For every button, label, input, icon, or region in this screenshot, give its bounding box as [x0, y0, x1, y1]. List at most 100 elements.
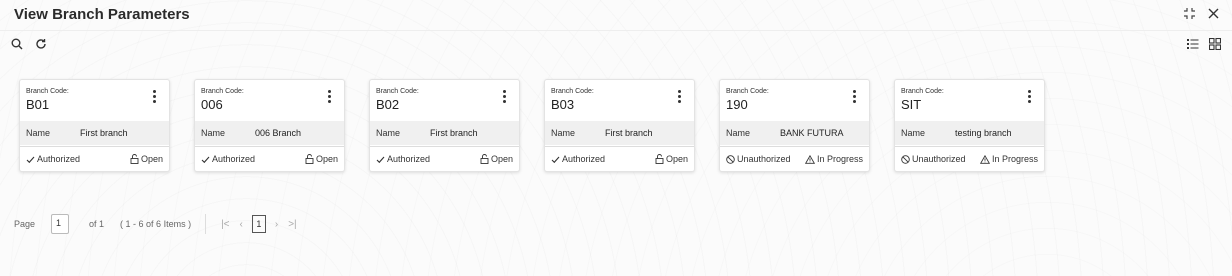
view-toggle: [1186, 37, 1222, 51]
branch-code-value: B03: [551, 97, 575, 112]
items-count: ( 1 - 6 of 6 Items ): [120, 219, 192, 229]
next-page-icon[interactable]: ›: [275, 219, 278, 230]
branch-name: BANK FUTURA: [780, 128, 844, 138]
refresh-icon[interactable]: [34, 37, 48, 51]
branch-code-value: SIT: [901, 97, 922, 112]
branch-code-label: Branch Code:: [201, 88, 244, 95]
auth-status: Authorized: [26, 154, 80, 164]
first-page-icon[interactable]: |<: [221, 219, 229, 230]
check-icon: [551, 156, 560, 163]
lock-open-icon: [480, 154, 489, 164]
branch-cards: Branch Code: B01 Name First branch Autho…: [19, 79, 1045, 172]
record-status-label: Open: [140, 154, 163, 164]
check-icon: [376, 156, 385, 163]
current-page-button[interactable]: 1: [251, 215, 266, 233]
name-label: Name: [26, 128, 51, 138]
branch-card[interactable]: Branch Code: B03 Name First branch Autho…: [544, 79, 695, 172]
header: View Branch Parameters: [0, 0, 1232, 31]
more-options-icon[interactable]: [853, 90, 857, 103]
record-status-label: In Progress: [816, 154, 863, 164]
record-status-label: Open: [665, 154, 688, 164]
branch-card[interactable]: Branch Code: 190 Name BANK FUTURA Unauth…: [719, 79, 870, 172]
branch-name: First branch: [605, 128, 653, 138]
more-options-icon[interactable]: [153, 90, 157, 103]
branch-name: testing branch: [955, 128, 1012, 138]
card-status-row: Authorized Open: [20, 146, 169, 171]
branch-code-label: Branch Code:: [551, 88, 594, 95]
more-options-icon[interactable]: [328, 90, 332, 103]
last-page-icon[interactable]: >|: [288, 219, 296, 230]
divider: [205, 214, 207, 234]
name-label: Name: [726, 128, 751, 138]
branch-name: First branch: [80, 128, 128, 138]
record-status-label: In Progress: [991, 154, 1038, 164]
ban-icon: [901, 154, 910, 164]
card-status-row: Authorized Open: [370, 146, 519, 171]
auth-status: Unauthorized: [726, 154, 791, 164]
page-label: Page: [14, 219, 36, 229]
page-total: of 1: [89, 219, 105, 229]
card-header: Branch Code: 006: [201, 88, 244, 112]
record-status: Open: [655, 154, 688, 164]
auth-status-label: Authorized: [212, 154, 256, 164]
name-label: Name: [551, 128, 576, 138]
list-view-icon[interactable]: [1186, 37, 1200, 51]
auth-status: Authorized: [551, 154, 605, 164]
branch-code-value: 006: [201, 97, 223, 112]
card-header: Branch Code: B02: [376, 88, 419, 112]
check-icon: [201, 156, 210, 163]
expand-icon[interactable]: [1182, 6, 1196, 20]
window-controls: [1182, 6, 1220, 20]
more-options-icon[interactable]: [678, 90, 682, 103]
close-icon[interactable]: [1206, 6, 1220, 20]
branch-code-label: Branch Code:: [726, 88, 769, 95]
lock-open-icon: [130, 154, 139, 164]
auth-status-label: Unauthorized: [912, 154, 966, 164]
branch-card[interactable]: Branch Code: 006 Name 006 Branch Authori…: [194, 79, 345, 172]
branch-card[interactable]: Branch Code: B02 Name First branch Autho…: [369, 79, 520, 172]
branch-code-value: B02: [376, 97, 400, 112]
auth-status: Authorized: [201, 154, 255, 164]
name-label: Name: [201, 128, 226, 138]
more-options-icon[interactable]: [503, 90, 507, 103]
prev-page-icon[interactable]: ‹: [240, 219, 243, 230]
card-header: Branch Code: B03: [551, 88, 594, 112]
auth-status-label: Authorized: [387, 154, 431, 164]
card-status-row: Authorized Open: [545, 146, 694, 171]
auth-status-label: Authorized: [562, 154, 606, 164]
record-status: In Progress: [804, 154, 863, 164]
card-status-row: Unauthorized In Progress: [720, 146, 869, 171]
ban-icon: [726, 154, 735, 164]
name-label: Name: [376, 128, 401, 138]
card-name-row: Name BANK FUTURA: [720, 121, 869, 145]
card-name-row: Name First branch: [20, 121, 169, 145]
grid-view-icon[interactable]: [1208, 37, 1222, 51]
branch-code-label: Branch Code:: [376, 88, 419, 95]
check-icon: [26, 156, 35, 163]
record-status: Open: [480, 154, 513, 164]
branch-card[interactable]: Branch Code: SIT Name testing branch Una…: [894, 79, 1045, 172]
branch-code-label: Branch Code:: [26, 88, 69, 95]
branch-name: 006 Branch: [255, 128, 302, 138]
pagination: Page 1 of 1 ( 1 - 6 of 6 Items ) |< ‹ 1 …: [14, 214, 302, 234]
card-name-row: Name First branch: [545, 121, 694, 145]
record-status: Open: [305, 154, 338, 164]
warning-icon: [804, 154, 815, 164]
toolbar: [10, 37, 48, 51]
card-name-row: Name 006 Branch: [195, 121, 344, 145]
branch-code-value: B01: [26, 97, 50, 112]
card-status-row: Authorized Open: [195, 146, 344, 171]
card-status-row: Unauthorized In Progress: [895, 146, 1044, 171]
card-header: Branch Code: SIT: [901, 88, 944, 112]
name-label: Name: [901, 128, 926, 138]
search-icon[interactable]: [10, 37, 24, 51]
auth-status-label: Unauthorized: [737, 154, 791, 164]
record-status-label: Open: [490, 154, 513, 164]
auth-status: Unauthorized: [901, 154, 966, 164]
more-options-icon[interactable]: [1028, 90, 1032, 103]
lock-open-icon: [305, 154, 314, 164]
page-input[interactable]: 1: [51, 214, 70, 234]
branch-card[interactable]: Branch Code: B01 Name First branch Autho…: [19, 79, 170, 172]
card-name-row: Name First branch: [370, 121, 519, 145]
card-header: Branch Code: 190: [726, 88, 769, 112]
